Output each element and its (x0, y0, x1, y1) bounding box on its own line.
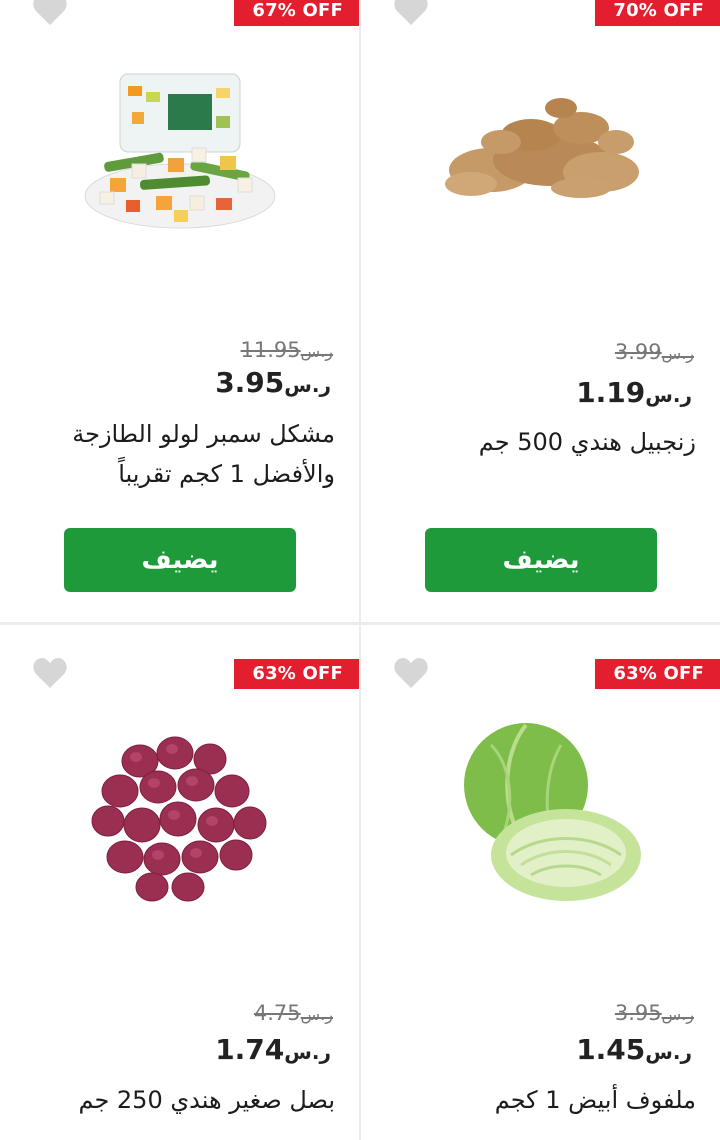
current-price: 1.74ر.س (215, 1033, 331, 1066)
product-card[interactable]: 67% OFF 11.95ر.س 3.95ر.س مشكل سمبر لولو … (0, 0, 359, 622)
product-title[interactable]: زنجبيل هندي 500 جم (396, 422, 696, 462)
product-image-red-shallots (91, 736, 267, 902)
discount-badge: 63% OFF (234, 659, 359, 689)
product-card[interactable]: 63% OFF 3.95ر.س 1.45ر.س ملفوف أبيض 1 كجم (361, 625, 720, 1140)
product-grid: 67% OFF 11.95ر.س 3.95ر.س مشكل سمبر لولو … (0, 0, 720, 1140)
old-price: 11.95ر.س (240, 338, 333, 362)
current-price: 1.45ر.س (576, 1033, 692, 1066)
heart-icon[interactable] (393, 0, 429, 26)
product-card[interactable]: 63% OFF 4.75ر.س 1.74ر.س بصل صغير هندي 25… (0, 625, 359, 1140)
product-image-white-cabbage (464, 723, 641, 901)
product-image-mixed-vegetables (84, 73, 276, 229)
heart-icon[interactable] (393, 657, 429, 689)
old-price: 3.99ر.س (614, 340, 694, 364)
heart-icon[interactable] (32, 657, 68, 689)
product-title[interactable]: بصل صغير هندي 250 جم (35, 1080, 335, 1120)
discount-badge: 70% OFF (595, 0, 720, 26)
product-card[interactable]: 70% OFF 3.99ر.س 1.19ر.س زنجبيل هندي 500 … (361, 0, 720, 622)
product-title[interactable]: ملفوف أبيض 1 كجم (396, 1080, 696, 1120)
discount-badge: 67% OFF (234, 0, 359, 26)
product-title[interactable]: مشكل سمبر لولو الطازجة والأفضل 1 كجم تقر… (35, 414, 335, 494)
add-to-cart-button[interactable]: يضيف (64, 528, 296, 592)
old-price: 4.75ر.س (253, 1001, 333, 1025)
product-image-ginger (445, 98, 639, 198)
discount-badge: 63% OFF (595, 659, 720, 689)
row-divider (0, 622, 720, 625)
heart-icon[interactable] (32, 0, 68, 26)
old-price: 3.95ر.س (614, 1001, 694, 1025)
current-price: 1.19ر.س (576, 376, 692, 409)
current-price: 3.95ر.س (215, 366, 331, 399)
column-divider (359, 0, 361, 1140)
add-to-cart-button[interactable]: يضيف (425, 528, 657, 592)
